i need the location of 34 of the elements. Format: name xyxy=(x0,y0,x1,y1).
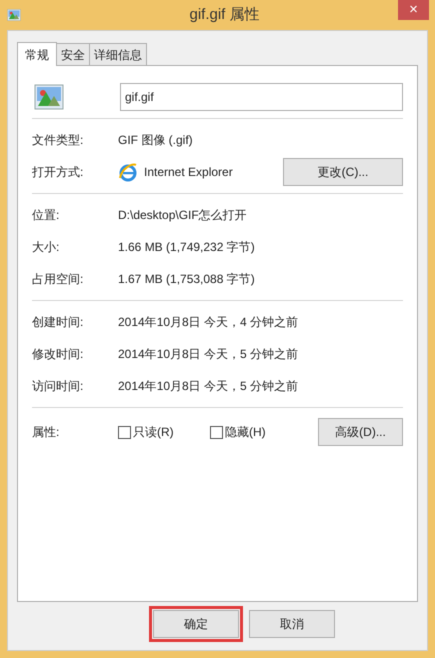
checkbox-label: 只读(R) xyxy=(133,424,174,441)
field-value: 2014年10月8日 今天，5 分钟之前 xyxy=(118,378,298,395)
window-title: gif.gif 属性 xyxy=(189,4,260,25)
field-label: 位置: xyxy=(32,207,60,224)
image-file-icon xyxy=(34,84,64,110)
dialog-button[interactable]: 取消 xyxy=(249,610,335,638)
file-name-field[interactable]: gif.gif xyxy=(120,83,403,111)
field-value: 2014年10月8日 今天，5 分钟之前 xyxy=(118,346,298,363)
field-value: Internet Explorer xyxy=(144,164,234,181)
field-label: 访问时间: xyxy=(32,378,84,395)
field-label: 修改时间: xyxy=(32,346,84,363)
field-value: 2014年10月8日 今天，4 分钟之前 xyxy=(118,314,298,331)
field-label: 大小: xyxy=(32,239,60,256)
advanced-button[interactable]: 高级(D)... xyxy=(318,418,403,446)
field-label: 打开方式: xyxy=(32,164,84,181)
checkbox[interactable] xyxy=(210,426,223,438)
change-button[interactable]: 更改(C)... xyxy=(283,158,403,186)
field-label: 占用空间: xyxy=(32,271,84,288)
field-value: 1.67 MB (1,753,088 字节) xyxy=(118,271,255,288)
tab[interactable]: 常规 xyxy=(17,42,57,66)
checkbox[interactable] xyxy=(118,426,131,438)
close-button[interactable]: × xyxy=(398,0,429,20)
browser-icon xyxy=(118,162,138,182)
image-file-icon xyxy=(7,9,21,21)
field-label: 属性: xyxy=(32,424,60,441)
tab[interactable]: 详细信息 xyxy=(89,43,147,65)
field-label: 创建时间: xyxy=(32,314,84,331)
field-value: GIF 图像 (.gif) xyxy=(118,132,193,149)
field-value: D:\desktop\GIF怎么打开 xyxy=(118,207,247,224)
dialog-button[interactable]: 确定 xyxy=(153,610,239,638)
field-label: 文件类型: xyxy=(32,132,84,149)
field-value: 1.66 MB (1,749,232 字节) xyxy=(118,239,255,256)
checkbox-label: 隐藏(H) xyxy=(225,424,266,441)
tab[interactable]: 安全 xyxy=(56,43,90,65)
